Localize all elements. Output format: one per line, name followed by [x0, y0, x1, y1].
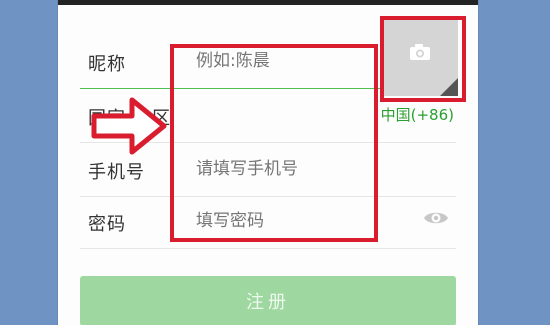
input-highlight-box — [170, 44, 378, 242]
register-button[interactable]: 注册 — [80, 276, 456, 325]
avatar-highlight-box — [380, 16, 466, 102]
top-bar — [58, 0, 478, 5]
eye-icon — [424, 212, 448, 224]
nickname-label: 昵称 — [88, 54, 126, 75]
country-value[interactable]: 中国(+86) — [381, 104, 454, 125]
register-screen: 昵称 国家/地区 中国(+86) 手机号 密码 — [58, 0, 478, 325]
screenshot-stage: 昵称 国家/地区 中国(+86) 手机号 密码 — [0, 0, 550, 325]
arrow-right-icon — [91, 97, 167, 155]
password-label: 密码 — [88, 214, 126, 235]
phone-label: 手机号 — [88, 162, 145, 183]
password-visibility-toggle[interactable] — [422, 207, 450, 229]
